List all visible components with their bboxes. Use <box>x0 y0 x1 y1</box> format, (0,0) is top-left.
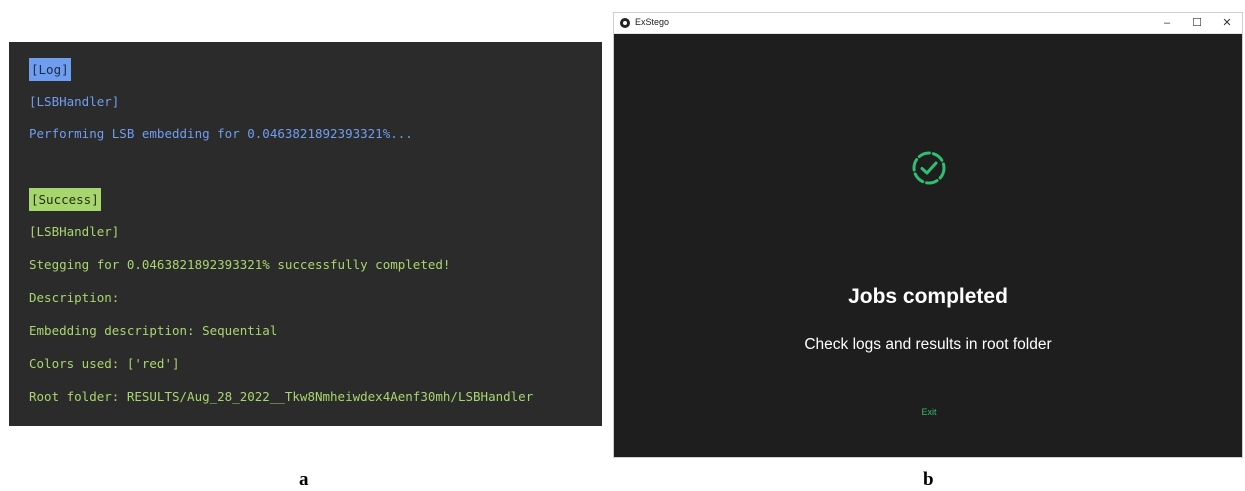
minimize-button[interactable]: – <box>1152 13 1182 33</box>
window-titlebar[interactable]: ExStego – ☐ ✕ <box>614 13 1242 34</box>
exit-button[interactable]: Exit <box>907 404 951 420</box>
log-message-line: Performing LSB embedding for 0.046382189… <box>29 126 413 141</box>
app-logo-icon <box>620 18 630 28</box>
description-label-line: Description: <box>29 290 120 305</box>
check-circle-icon <box>911 150 947 191</box>
maximize-button[interactable]: ☐ <box>1182 13 1212 33</box>
root-folder-line: Root folder: RESULTS/Aug_28_2022__Tkw8Nm… <box>29 389 534 404</box>
embedding-description-line: Embedding description: Sequential <box>29 323 278 338</box>
success-message-line: Stegging for 0.0463821892393321% success… <box>29 257 451 272</box>
success-tag: [Success] <box>29 188 101 211</box>
caption-a: a <box>299 469 309 490</box>
window-title: ExStego <box>635 17 670 27</box>
jobs-completed-heading: Jobs completed <box>848 285 1008 308</box>
colors-used-line: Colors used: ['red'] <box>29 356 180 371</box>
log-tag: [Log] <box>29 58 71 81</box>
terminal-log-panel: [Log] [LSBHandler] Performing LSB embedd… <box>9 42 602 426</box>
caption-b: b <box>923 469 934 490</box>
close-button[interactable]: ✕ <box>1212 13 1242 33</box>
log-handler-line: [LSBHandler] <box>29 94 120 109</box>
completion-message: Check logs and results in root folder <box>804 336 1052 353</box>
success-tag-line: [Success] <box>29 188 101 211</box>
success-handler-line: [LSBHandler] <box>29 224 120 239</box>
log-tag-line: [Log] <box>29 58 71 81</box>
exstego-window: ExStego – ☐ ✕ Jobs completed Check logs … <box>613 12 1243 458</box>
